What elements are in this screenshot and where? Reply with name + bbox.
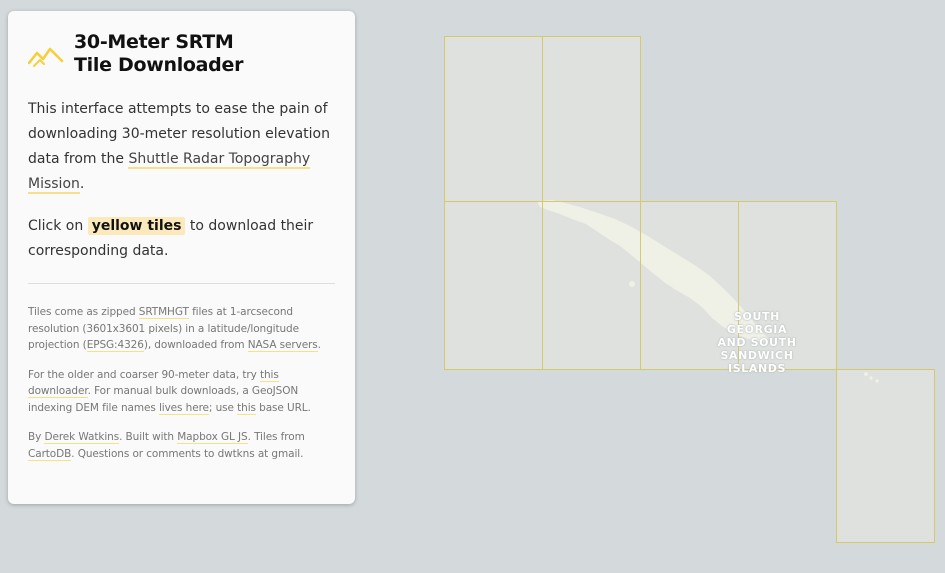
region-label-line: SOUTH [734,310,780,323]
info-text: . Questions or comments to dwtkns at gma… [71,447,304,460]
panel-header: 30-Meter SRTM Tile Downloader [28,31,335,77]
info-panel: 30-Meter SRTM Tile Downloader This inter… [8,11,355,504]
srtm-tile[interactable] [542,36,641,202]
nasa-servers-link[interactable]: NASA servers [247,339,318,352]
info-text: For the older and coarser 90-meter data,… [28,368,260,381]
srtm-tile[interactable] [836,369,935,543]
region-label-line: SANDWICH [720,349,794,362]
older-data-paragraph: For the older and coarser 90-meter data,… [28,367,335,417]
region-label-line: AND SOUTH [717,336,797,349]
info-text: . Tiles from [247,431,305,443]
epsg-link[interactable]: EPSG:4326 [86,339,144,352]
author-link[interactable]: Derek Watkins [44,431,119,444]
geojson-link[interactable]: lives here [158,401,209,415]
intro-text: . [79,176,85,192]
base-url-link[interactable]: this [237,401,256,415]
region-label-line: GEORGIA [726,323,788,336]
page-title: 30-Meter SRTM Tile Downloader [74,31,243,77]
region-label-line: ISLANDS [728,362,786,375]
credits-paragraph: By Derek Watkins. Built with Mapbox GL J… [28,429,335,462]
instruction-paragraph: Click on yellow tiles to download their … [28,214,335,264]
yellow-tiles-highlight: yellow tiles [87,217,186,235]
srtm-tile[interactable] [444,36,543,202]
title-line: 30-Meter SRTM [74,31,234,53]
format-info-paragraph: Tiles come as zipped SRTMHGT files at 1-… [28,304,335,354]
srtm-tile[interactable] [444,201,543,370]
divider [28,283,335,284]
instruction-text: Click on [28,218,88,234]
mapbox-link[interactable]: Mapbox GL JS [177,431,248,444]
srtmhgt-link[interactable]: SRTMHGT [138,306,189,319]
info-text: . [317,339,321,351]
mountain-icon [28,47,64,67]
intro-paragraph: This interface attempts to ease the pain… [28,97,335,197]
srtm-tile[interactable] [542,201,641,370]
title-line: Tile Downloader [74,54,244,76]
region-label: SOUTH GEORGIA AND SOUTH SANDWICH ISLANDS [700,310,814,375]
info-text: By [28,431,45,443]
info-text: ), downloaded from [143,339,248,351]
info-text: . Built with [119,431,178,443]
info-text: base URL. [255,401,311,414]
info-text: Tiles come as zipped [28,306,139,318]
info-text: ; use [208,401,238,414]
cartodb-link[interactable]: CartoDB [28,447,71,461]
